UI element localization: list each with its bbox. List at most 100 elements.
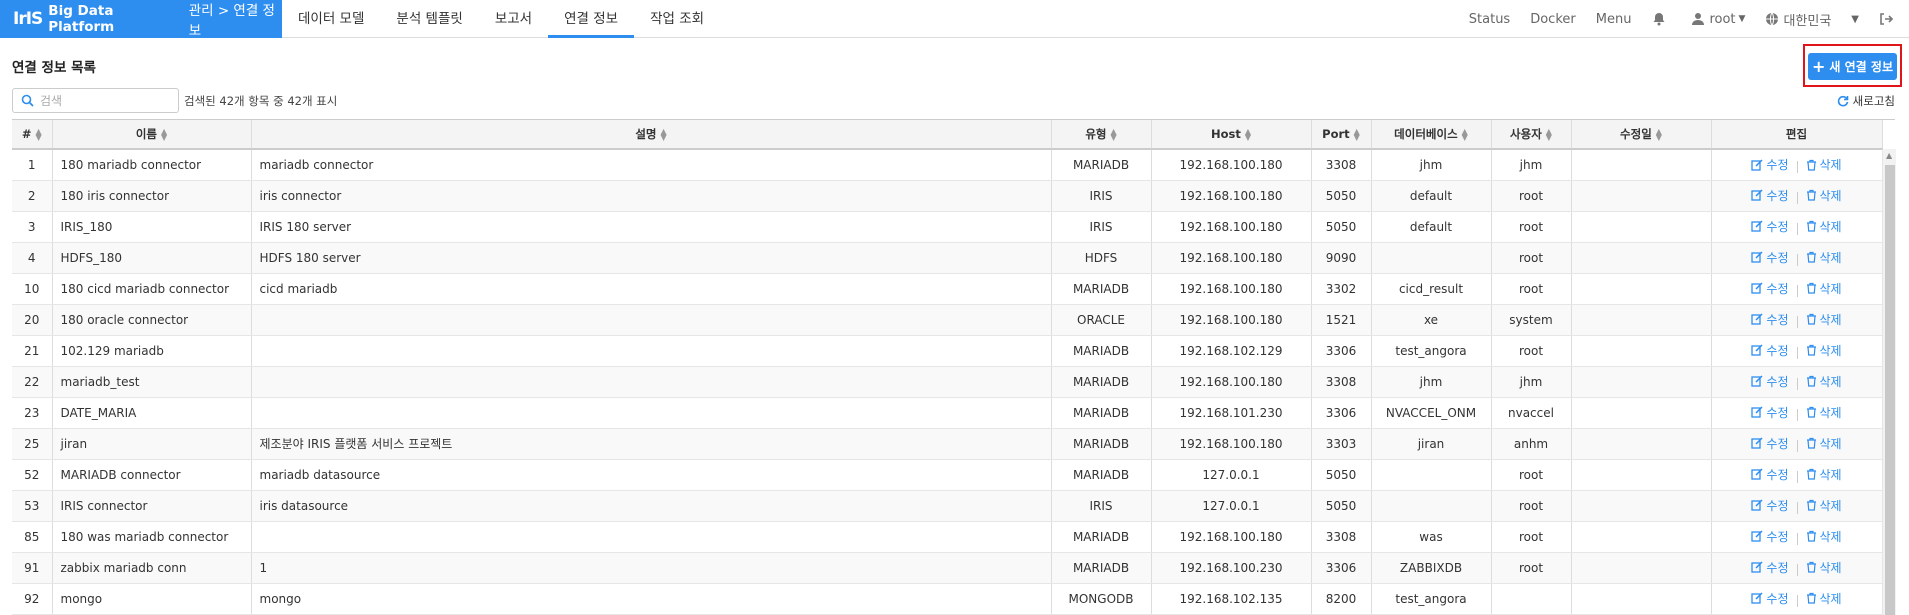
brand-area[interactable]: IrIS Big Data Platform 관리 > 연결 정보 [0,0,282,39]
trash-icon [1806,252,1816,263]
user-menu[interactable]: root ▼ [1691,12,1745,27]
edit-button[interactable]: 수정 [1751,373,1789,390]
trash-icon [1806,562,1816,573]
table-row[interactable]: 3 IRIS_180 IRIS 180 server IRIS 192.168.100.… [12,211,1883,243]
delete-label: 삭제 [1819,560,1842,575]
delete-button[interactable]: 삭제 [1806,559,1842,576]
delete-button[interactable]: 삭제 [1806,218,1842,235]
delete-button[interactable]: 삭제 [1806,404,1842,421]
sort-icon[interactable]: ▲ ▼ [35,127,41,141]
sort-icon[interactable]: ▲ ▼ [1462,127,1468,141]
delete-button[interactable]: 삭제 [1806,466,1842,483]
edit-button[interactable]: 수정 [1751,559,1789,576]
nav-item[interactable]: 보고서 [479,0,548,38]
refresh-icon [1837,95,1848,107]
search-input[interactable] [40,93,170,108]
table-row[interactable]: 25 jiran 제조분야 IRIS 플랫폼 서비스 프로젝트 MARIADB 192.… [12,428,1883,460]
delete-button[interactable]: 삭제 [1806,311,1842,328]
refresh-button[interactable]: 새로고침 [1837,93,1895,109]
column-header[interactable]: Port ▲ ▼ [1311,120,1372,150]
divider [1796,191,1798,204]
column-header[interactable]: 수정일 ▲ ▼ [1571,120,1712,150]
table-row[interactable]: 22 mariadb_test MARIADB 192.168.100.180 3308… [12,366,1883,398]
table-row[interactable]: 10 180 cicd mariadb connector cicd mariadb… [12,273,1883,305]
delete-button[interactable]: 삭제 [1806,187,1842,204]
edit-button[interactable]: 수정 [1751,218,1789,235]
table-row[interactable]: 21 102.129 mariadb MARIADB 192.168.102.129 3… [12,335,1883,367]
nav-item[interactable]: 작업 조회 [634,0,720,38]
nav-item[interactable]: 분석 템플릿 [380,0,478,38]
delete-button[interactable]: 삭제 [1806,435,1842,452]
sort-icon[interactable]: ▲ ▼ [661,127,667,141]
column-header[interactable]: # ▲ ▼ [12,120,53,150]
table-row[interactable]: 2 180 iris connector iris connector IRIS 192… [12,180,1883,212]
column-header[interactable]: 이름 ▲ ▼ [52,120,252,150]
table-row[interactable]: 1 180 mariadb connector mariadb connector M… [12,149,1883,181]
table-row[interactable]: 92 mongo mongo MONGODB 192.168.102.135 8200 te… [12,583,1883,615]
table-cell: 1 [251,552,1052,584]
table-row[interactable]: 20 180 oracle connector ORACLE 192.168.100.… [12,304,1883,336]
delete-button[interactable]: 삭제 [1806,590,1842,607]
nav-item[interactable]: 연결 정보 [548,0,635,38]
column-header[interactable]: 설명 ▲ ▼ [251,120,1052,150]
column-header[interactable]: Host ▲ ▼ [1151,120,1312,150]
edit-button[interactable]: 수정 [1751,249,1789,266]
status-link[interactable]: Status [1469,12,1510,27]
sort-icon[interactable]: ▲ ▼ [1656,127,1662,141]
locale-label: 대한민국 [1783,13,1832,29]
scroll-thumb[interactable] [1885,165,1895,615]
edit-button[interactable]: 수정 [1751,342,1789,359]
table-row[interactable]: 52 MARIADB connector mariadb datasource MAR… [12,459,1883,491]
column-header[interactable]: 사용자 ▲ ▼ [1491,120,1572,150]
delete-button[interactable]: 삭제 [1806,497,1842,514]
edit-button[interactable]: 수정 [1751,187,1789,204]
dropdown-caret-icon[interactable]: ▼ [1851,14,1859,25]
sort-icon[interactable]: ▲ ▼ [1111,127,1117,141]
table-cell: MARIADB [1051,366,1152,398]
table-scrollbar[interactable]: ▲ [1882,149,1896,615]
edit-button[interactable]: 수정 [1751,497,1789,514]
edit-button[interactable]: 수정 [1751,466,1789,483]
delete-button[interactable]: 삭제 [1806,280,1842,297]
table-row[interactable]: 91 zabbix mariadb conn 1 MARIADB 192.168.100… [12,552,1883,584]
column-header[interactable]: 데이터베이스 ▲ ▼ [1371,120,1492,150]
delete-button[interactable]: 삭제 [1806,373,1842,390]
table-cell: 180 mariadb connector [52,149,252,181]
docker-link[interactable]: Docker [1530,12,1576,27]
column-header[interactable]: 유형 ▲ ▼ [1051,120,1152,150]
delete-button[interactable]: 삭제 [1806,342,1842,359]
scroll-up-icon[interactable]: ▲ [1886,151,1892,160]
table-row[interactable]: 4 HDFS_180 HDFS 180 server HDFS 192.168.100.… [12,242,1883,274]
edit-button[interactable]: 수정 [1751,590,1789,607]
delete-button[interactable]: 삭제 [1806,156,1842,173]
edit-button[interactable]: 수정 [1751,435,1789,452]
table-cell: 10 [12,273,53,305]
notification-icon[interactable] [1651,11,1671,27]
nav-item[interactable]: 데이터 모델 [282,0,380,38]
edit-button[interactable]: 수정 [1751,404,1789,421]
edit-button[interactable]: 수정 [1751,311,1789,328]
edit-button[interactable]: 수정 [1751,280,1789,297]
logout-icon[interactable] [1879,12,1897,26]
sort-icon[interactable]: ▲ ▼ [1245,127,1251,141]
table-cell: MARIADB [1051,552,1152,584]
iris-logo: IrIS [13,9,43,29]
sort-icon[interactable]: ▲ ▼ [1354,127,1360,141]
delete-button[interactable]: 삭제 [1806,249,1842,266]
table-row[interactable]: 53 IRIS connector iris datasource IRIS 127.0… [12,490,1883,522]
page-title: 연결 정보 목록 [12,60,96,76]
table-row[interactable]: 85 180 was mariadb connector MARIADB 192.16… [12,521,1883,553]
search-box[interactable] [12,88,179,113]
new-connection-button[interactable]: + 새 연결 정보 [1808,53,1897,80]
table-cell [251,397,1052,429]
locale-selector[interactable]: 대한민국 [1765,10,1831,29]
sort-icon[interactable]: ▲ ▼ [1546,127,1552,141]
delete-button[interactable]: 삭제 [1806,528,1842,545]
menu-link[interactable]: Menu [1596,12,1632,27]
result-count: 검색된 42개 항목 중 42개 표시 [184,94,338,108]
column-header[interactable]: 편집 [1711,120,1883,150]
table-row[interactable]: 23 DATE_MARIA MARIADB 192.168.101.230 3306 NV… [12,397,1883,429]
edit-button[interactable]: 수정 [1751,528,1789,545]
sort-icon[interactable]: ▲ ▼ [161,127,167,141]
edit-button[interactable]: 수정 [1751,156,1789,173]
